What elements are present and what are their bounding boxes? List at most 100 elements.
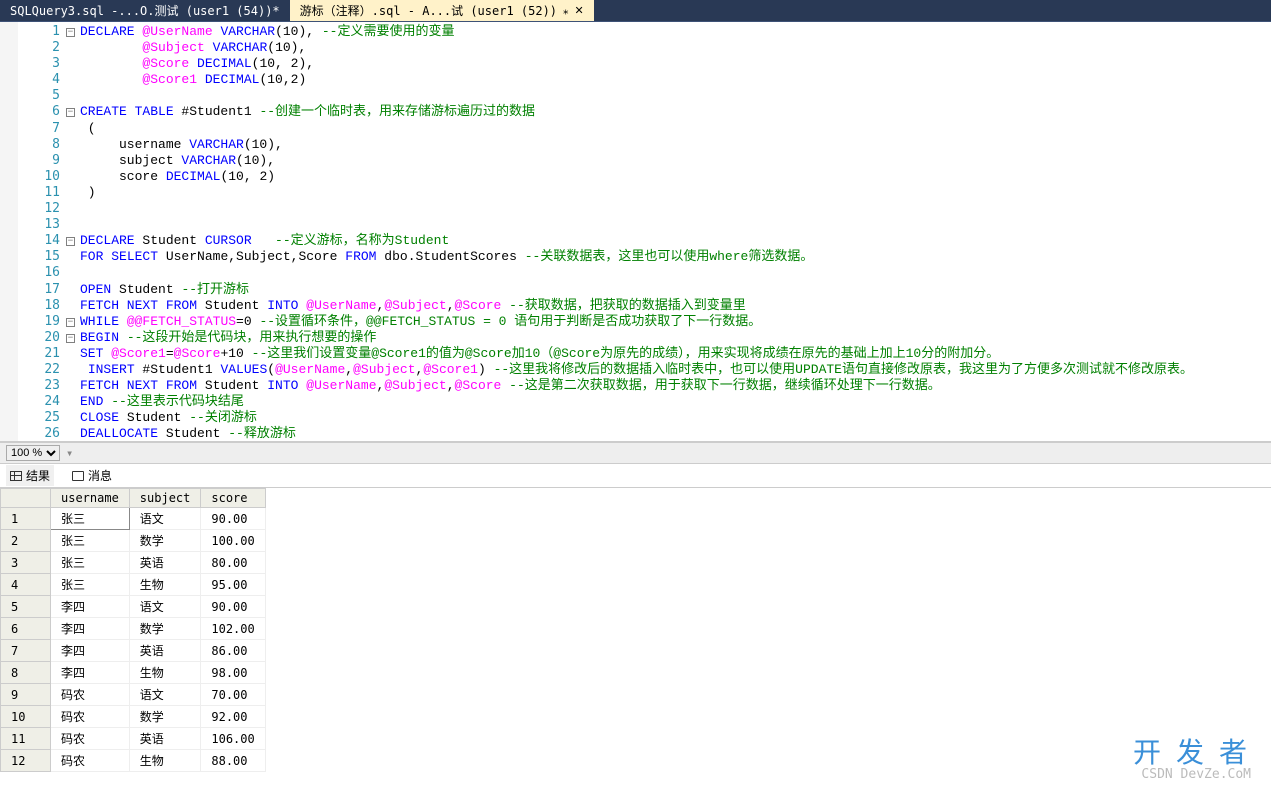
close-icon[interactable]: ✕: [575, 4, 584, 17]
code-line[interactable]: CREATE TABLE #Student1 --创建一个临时表，用来存储游标遍…: [80, 104, 1271, 120]
table-row[interactable]: 1张三语文90.00: [1, 508, 266, 530]
cell[interactable]: 李四: [51, 596, 130, 618]
code-line[interactable]: [80, 201, 1271, 217]
column-header[interactable]: score: [201, 489, 265, 508]
cell[interactable]: 数学: [129, 618, 201, 640]
cell[interactable]: 98.00: [201, 662, 265, 684]
code-line[interactable]: WHILE @@FETCH_STATUS=0 --设置循环条件，@@FETCH_…: [80, 314, 1271, 330]
code-line[interactable]: BEGIN --这段开始是代码块，用来执行想要的操作: [80, 330, 1271, 346]
code-line[interactable]: FETCH NEXT FROM Student INTO @UserName,@…: [80, 298, 1271, 314]
cell[interactable]: 码农: [51, 728, 130, 750]
row-number[interactable]: 5: [1, 596, 51, 618]
cell[interactable]: 张三: [51, 552, 130, 574]
code-line[interactable]: username VARCHAR(10),: [80, 137, 1271, 153]
tab-sqlquery3[interactable]: SQLQuery3.sql -...O.测试 (user1 (54))*: [0, 0, 290, 21]
column-header[interactable]: username: [51, 489, 130, 508]
cell[interactable]: 语文: [129, 596, 201, 618]
code-line[interactable]: DECLARE Student CURSOR --定义游标，名称为Student: [80, 233, 1271, 249]
row-number[interactable]: 2: [1, 530, 51, 552]
cell[interactable]: 英语: [129, 728, 201, 750]
cell[interactable]: 生物: [129, 750, 201, 772]
table-row[interactable]: 12码农生物88.00: [1, 750, 266, 772]
row-number[interactable]: 11: [1, 728, 51, 750]
fold-toggle[interactable]: −: [66, 334, 75, 343]
fold-toggle[interactable]: −: [66, 318, 75, 327]
cell[interactable]: 92.00: [201, 706, 265, 728]
code-line[interactable]: SET @Score1=@Score+10 --这里我们设置变量@Score1的…: [80, 346, 1271, 362]
column-header[interactable]: subject: [129, 489, 201, 508]
cell[interactable]: 90.00: [201, 596, 265, 618]
code-content[interactable]: DECLARE @UserName VARCHAR(10), --定义需要使用的…: [80, 22, 1271, 441]
table-row[interactable]: 10码农数学92.00: [1, 706, 266, 728]
table-row[interactable]: 2张三数学100.00: [1, 530, 266, 552]
code-line[interactable]: FETCH NEXT FROM Student INTO @UserName,@…: [80, 378, 1271, 394]
code-line[interactable]: @Score DECIMAL(10, 2),: [80, 56, 1271, 72]
cell[interactable]: 生物: [129, 662, 201, 684]
code-line[interactable]: [80, 265, 1271, 281]
table-row[interactable]: 7李四英语86.00: [1, 640, 266, 662]
row-number[interactable]: 1: [1, 508, 51, 530]
cell[interactable]: 张三: [51, 530, 130, 552]
cell[interactable]: 张三: [51, 508, 130, 530]
code-line[interactable]: FOR SELECT UserName,Subject,Score FROM d…: [80, 249, 1271, 265]
code-line[interactable]: score DECIMAL(10, 2): [80, 169, 1271, 185]
table-row[interactable]: 5李四语文90.00: [1, 596, 266, 618]
cell[interactable]: 语文: [129, 684, 201, 706]
code-line[interactable]: DEALLOCATE Student --释放游标: [80, 426, 1271, 441]
fold-toggle[interactable]: −: [66, 108, 75, 117]
row-number[interactable]: 4: [1, 574, 51, 596]
cell[interactable]: 码农: [51, 706, 130, 728]
code-line[interactable]: CLOSE Student --关闭游标: [80, 410, 1271, 426]
cell[interactable]: 106.00: [201, 728, 265, 750]
cell[interactable]: 80.00: [201, 552, 265, 574]
cell[interactable]: 张三: [51, 574, 130, 596]
cell[interactable]: 86.00: [201, 640, 265, 662]
cell[interactable]: 70.00: [201, 684, 265, 706]
results-grid[interactable]: usernamesubjectscore1张三语文90.002张三数学100.0…: [0, 488, 1271, 778]
code-line[interactable]: subject VARCHAR(10),: [80, 153, 1271, 169]
table-row[interactable]: 8李四生物98.00: [1, 662, 266, 684]
fold-toggle[interactable]: −: [66, 237, 75, 246]
cell[interactable]: 生物: [129, 574, 201, 596]
cell[interactable]: 数学: [129, 706, 201, 728]
fold-toggle[interactable]: −: [66, 28, 75, 37]
table-row[interactable]: 6李四数学102.00: [1, 618, 266, 640]
cell[interactable]: 英语: [129, 640, 201, 662]
cell[interactable]: 102.00: [201, 618, 265, 640]
code-editor[interactable]: 1234567891011121314151617181920212223242…: [0, 22, 1271, 442]
cell[interactable]: 码农: [51, 684, 130, 706]
column-header[interactable]: [1, 489, 51, 508]
code-line[interactable]: END --这里表示代码块结尾: [80, 394, 1271, 410]
code-line[interactable]: @Score1 DECIMAL(10,2): [80, 72, 1271, 88]
row-number[interactable]: 8: [1, 662, 51, 684]
row-number[interactable]: 6: [1, 618, 51, 640]
row-number[interactable]: 10: [1, 706, 51, 728]
code-line[interactable]: DECLARE @UserName VARCHAR(10), --定义需要使用的…: [80, 24, 1271, 40]
table-row[interactable]: 4张三生物95.00: [1, 574, 266, 596]
code-line[interactable]: [80, 88, 1271, 104]
cell[interactable]: 码农: [51, 750, 130, 772]
zoom-select[interactable]: 100 %: [6, 445, 60, 461]
code-line[interactable]: ): [80, 185, 1271, 201]
tab-messages[interactable]: 消息: [68, 465, 116, 486]
table-row[interactable]: 11码农英语106.00: [1, 728, 266, 750]
cell[interactable]: 数学: [129, 530, 201, 552]
cell[interactable]: 95.00: [201, 574, 265, 596]
cell[interactable]: 英语: [129, 552, 201, 574]
cell[interactable]: 语文: [129, 508, 201, 530]
code-line[interactable]: (: [80, 121, 1271, 137]
cell[interactable]: 100.00: [201, 530, 265, 552]
cell[interactable]: 李四: [51, 618, 130, 640]
cell[interactable]: 88.00: [201, 750, 265, 772]
table-row[interactable]: 3张三英语80.00: [1, 552, 266, 574]
row-number[interactable]: 12: [1, 750, 51, 772]
table-row[interactable]: 9码农语文70.00: [1, 684, 266, 706]
code-line[interactable]: @Subject VARCHAR(10),: [80, 40, 1271, 56]
cell[interactable]: 90.00: [201, 508, 265, 530]
code-line[interactable]: INSERT #Student1 VALUES(@UserName,@Subje…: [80, 362, 1271, 378]
code-line[interactable]: [80, 217, 1271, 233]
tab-results[interactable]: 结果: [6, 465, 54, 486]
tab-cursor-sql[interactable]: 游标（注释）.sql - A...试 (user1 (52)) ⁎ ✕: [290, 0, 594, 21]
row-number[interactable]: 9: [1, 684, 51, 706]
row-number[interactable]: 7: [1, 640, 51, 662]
